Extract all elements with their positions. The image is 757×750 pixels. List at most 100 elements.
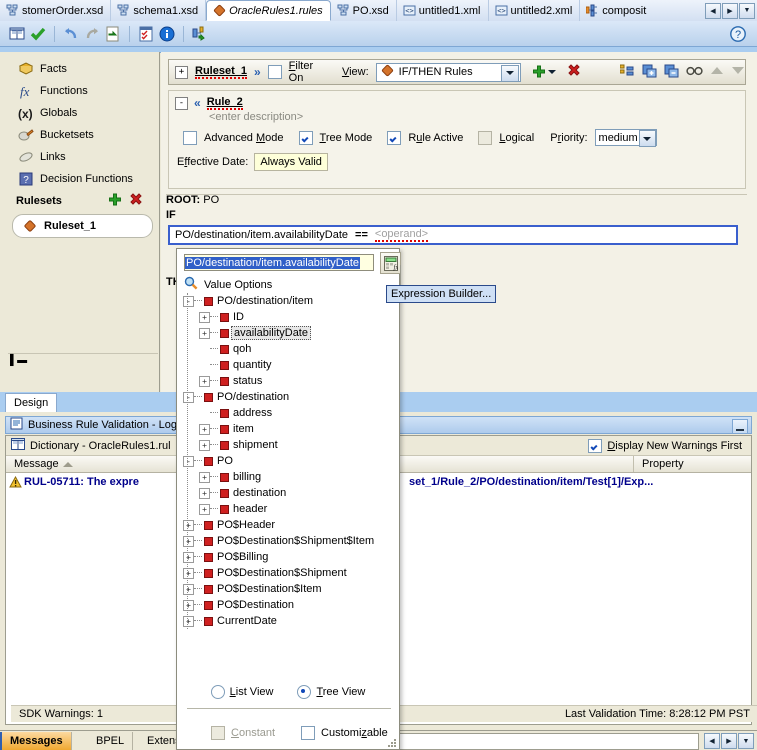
tree-node[interactable]: - PO <box>183 453 395 469</box>
export-icon[interactable] <box>104 25 122 43</box>
show-hide-icon[interactable] <box>686 65 703 80</box>
editor-tab-customerorder[interactable]: stomerOrder.xsd <box>0 0 112 21</box>
tree-node[interactable]: + PO$Billing <box>183 549 395 565</box>
expand-node-icon[interactable]: + <box>199 375 210 387</box>
tree-node[interactable]: + destination <box>183 485 395 501</box>
chevron-down-icon[interactable] <box>501 64 519 82</box>
customizable-checkbox[interactable] <box>301 726 316 740</box>
customizable-option[interactable]: Customizable <box>301 726 388 740</box>
editor-tab-po[interactable]: PO.xsd <box>331 0 397 21</box>
expand-all-icon[interactable] <box>642 64 657 81</box>
add-rule-button[interactable] <box>532 65 556 79</box>
view-select[interactable]: IF/THEN Rules <box>375 62 521 82</box>
tree-node[interactable]: - PO/destination/item <box>183 293 395 309</box>
tab-list-button[interactable]: ▼ <box>739 2 755 19</box>
dock-tab-bpel[interactable]: BPEL <box>88 732 134 750</box>
editor-tab-schema1[interactable]: schema1.xsd <box>111 0 207 21</box>
delete-ruleset-button[interactable] <box>129 192 143 210</box>
tree-node[interactable]: + shipment <box>183 437 395 453</box>
add-ruleset-button[interactable] <box>108 193 122 210</box>
condition-operator[interactable]: == <box>355 229 368 241</box>
editor-tab-untitled1[interactable]: <> untitled1.xml <box>397 0 489 21</box>
tree-node[interactable]: + PO$Destination$Shipment$Item <box>183 533 395 549</box>
expand-node-icon[interactable]: + <box>199 471 210 483</box>
help-icon[interactable]: ? <box>729 25 747 43</box>
tree-node[interactable]: + PO$Destination$Item <box>183 581 395 597</box>
sidebar-item-globals[interactable]: (x) Globals <box>8 102 157 124</box>
tree-node[interactable]: + PO$Header <box>183 517 395 533</box>
tree-node[interactable]: + availabilityDate <box>183 325 395 341</box>
priority-select[interactable]: medium <box>594 129 657 147</box>
column-header-property[interactable]: Property <box>634 456 751 472</box>
expand-node-icon[interactable]: + <box>199 439 210 451</box>
dock-search-field[interactable] <box>397 733 699 750</box>
value-options-row[interactable]: Value Options <box>184 276 272 293</box>
translations-icon[interactable] <box>191 25 209 43</box>
logical-checkbox[interactable] <box>478 130 493 145</box>
chevron-down-icon[interactable]: » <box>254 65 261 79</box>
expand-ruleset-toggle[interactable]: + <box>175 65 188 79</box>
move-up-icon[interactable] <box>710 65 724 79</box>
tree-node[interactable]: + CurrentDate <box>183 613 395 629</box>
condition-right-operand[interactable]: <operand> <box>374 228 429 242</box>
ruleset-name[interactable]: Ruleset_1 <box>195 65 247 79</box>
tree-node[interactable]: + PO$Destination$Shipment <box>183 565 395 581</box>
undo-icon[interactable] <box>62 25 80 43</box>
tree-node[interactable]: + PO$Destination <box>183 597 395 613</box>
sidebar-item-facts[interactable]: Facts <box>8 58 157 80</box>
tab-next-button[interactable]: ▶ <box>722 2 738 19</box>
editor-tab-oraclerules1[interactable]: OracleRules1.rules <box>206 0 331 21</box>
rule-name[interactable]: Rule_2 <box>206 96 243 110</box>
collapse-rule-toggle[interactable]: - <box>175 96 188 110</box>
resize-grip[interactable] <box>386 737 396 747</box>
chevron-up-icon[interactable]: « <box>194 96 201 110</box>
editor-tab-composite[interactable]: composit <box>580 0 653 21</box>
tree-node[interactable]: + ID <box>183 309 395 325</box>
dock-tab-messages[interactable]: Messages <box>0 732 72 750</box>
list-view-radio[interactable] <box>210 685 225 699</box>
sidebar-item-decision-functions[interactable]: ? Decision Functions <box>8 168 157 190</box>
value-input[interactable]: PO/destination/item.availabilityDate <box>184 254 374 271</box>
chevron-down-icon[interactable] <box>638 130 656 147</box>
tree-node[interactable]: address <box>183 405 395 421</box>
tree-node[interactable]: + header <box>183 501 395 517</box>
move-down-icon[interactable] <box>731 65 745 79</box>
list-view-radio-group[interactable]: List View <box>210 685 273 699</box>
expand-node-icon[interactable]: + <box>199 503 210 515</box>
dock-prev-button[interactable]: ◀ <box>704 733 720 749</box>
condition-left-operand[interactable]: PO/destination/item.availabilityDate <box>175 229 348 241</box>
tree-mode-checkbox[interactable] <box>298 130 313 145</box>
tree-node[interactable]: + status <box>183 373 395 389</box>
display-new-warnings-checkbox[interactable] <box>588 438 603 453</box>
expand-node-icon[interactable]: + <box>199 327 210 339</box>
tree-node[interactable]: + billing <box>183 469 395 485</box>
tree-view-radio[interactable] <box>297 685 312 699</box>
expression-builder-button[interactable]: fx <box>380 252 401 274</box>
tree-node[interactable]: - PO/destination <box>183 389 395 405</box>
effective-date-value[interactable]: Always Valid <box>254 153 328 171</box>
expand-node-icon[interactable]: + <box>199 423 210 435</box>
filter-on-checkbox[interactable] <box>267 65 282 79</box>
dock-next-button[interactable]: ▶ <box>721 733 737 749</box>
tree-node[interactable]: + item <box>183 421 395 437</box>
redo-icon[interactable] <box>83 25 101 43</box>
expand-node-icon[interactable]: + <box>199 311 210 323</box>
test-icon[interactable] <box>137 25 155 43</box>
advanced-mode-checkbox[interactable] <box>183 130 197 145</box>
toggle-tree-icon[interactable] <box>619 64 635 81</box>
condition-expression-row[interactable]: PO/destination/item.availabilityDate == … <box>168 225 738 245</box>
info-icon[interactable] <box>158 25 176 43</box>
editor-tab-untitled2[interactable]: <> untitled2.xml <box>489 0 581 21</box>
rule-active-checkbox[interactable] <box>387 130 402 145</box>
tree-view-radio-group[interactable]: Tree View <box>297 685 365 699</box>
dictionary-icon[interactable] <box>8 25 26 43</box>
expand-node-icon[interactable]: + <box>199 487 210 499</box>
minimize-button[interactable] <box>732 419 748 434</box>
ruleset-list-item[interactable]: Ruleset_1 <box>12 214 153 238</box>
tree-node[interactable]: qoh <box>183 341 395 357</box>
tree-node[interactable]: quantity <box>183 357 395 373</box>
validate-check-icon[interactable] <box>29 25 47 43</box>
sidebar-item-bucketsets[interactable]: Bucketsets <box>8 124 157 146</box>
sidebar-item-links[interactable]: Links <box>8 146 157 168</box>
dock-list-button[interactable]: ▼ <box>738 733 754 749</box>
